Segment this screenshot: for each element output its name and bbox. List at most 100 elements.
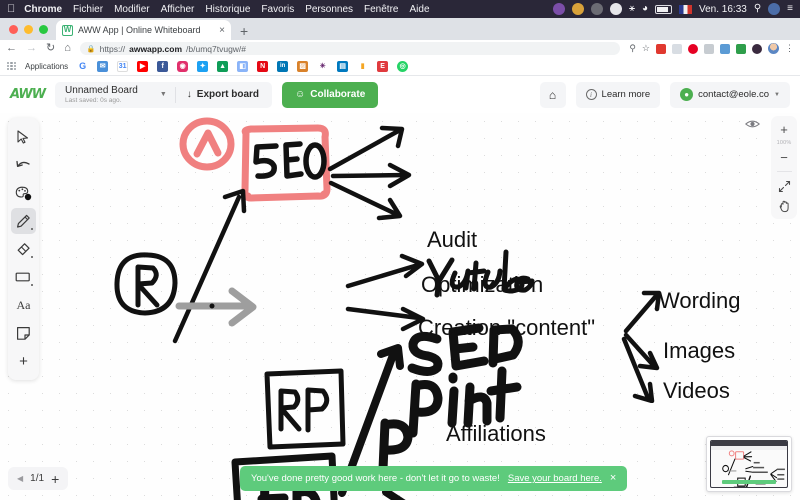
- profile-avatar-icon[interactable]: [768, 43, 779, 54]
- menu-personnes[interactable]: Personnes: [305, 4, 353, 15]
- menu-fenetre[interactable]: Fenêtre: [364, 4, 398, 15]
- home-icon[interactable]: ⌂: [64, 43, 71, 54]
- back-arrow-icon[interactable]: ←: [6, 43, 17, 54]
- home-button[interactable]: ⌂: [539, 81, 566, 108]
- export-board-button[interactable]: ↓ Export board: [176, 89, 270, 100]
- menu-modifier[interactable]: Modifier: [114, 4, 150, 15]
- color-tool[interactable]: [11, 180, 36, 206]
- menu-afficher[interactable]: Afficher: [161, 4, 195, 15]
- analytics-bookmark[interactable]: ◧: [237, 60, 249, 72]
- minimize-window-button[interactable]: [24, 25, 33, 34]
- add-page-button[interactable]: +: [51, 472, 59, 486]
- google-bookmark[interactable]: G: [77, 60, 89, 72]
- save-board-link[interactable]: Save your board here.: [508, 473, 602, 484]
- undo-tool[interactable]: [11, 152, 36, 178]
- evernote-bookmark[interactable]: E: [377, 60, 389, 72]
- account-menu-button[interactable]: ● contact@eole.co ▼: [670, 81, 790, 108]
- learn-more-button[interactable]: i Learn more: [575, 81, 661, 108]
- home-icon: ⌂: [548, 87, 557, 102]
- left-arrow-icon[interactable]: ◀: [17, 474, 23, 483]
- tool-submenu-dot[interactable]: [31, 256, 33, 258]
- menubar-clock[interactable]: Ven. 16:33: [699, 4, 747, 15]
- chrome-menu-icon[interactable]: ⋮: [785, 44, 794, 53]
- trello-bookmark[interactable]: ▤: [337, 60, 349, 72]
- apple-icon[interactable]: : [7, 3, 15, 15]
- extension-cloud-icon[interactable]: [672, 43, 682, 54]
- control-center-icon[interactable]: ≡: [787, 4, 793, 14]
- pan-button[interactable]: [773, 197, 795, 215]
- board-minimap[interactable]: [706, 436, 792, 492]
- board-name-button[interactable]: Unnamed Board Last saved: 0s ago.: [57, 85, 146, 104]
- browser-tab[interactable]: W AWW App | Online Whiteboard ×: [56, 20, 231, 40]
- url-scheme: https://: [99, 43, 126, 54]
- add-tool[interactable]: +: [11, 348, 36, 374]
- new-tab-button[interactable]: +: [231, 24, 257, 40]
- tool-submenu-dot[interactable]: [31, 228, 33, 230]
- twitter-bookmark[interactable]: ✦: [197, 60, 209, 72]
- shape-tool[interactable]: [11, 264, 36, 290]
- facebook-bookmark[interactable]: f: [157, 60, 169, 72]
- star-icon[interactable]: ☆: [642, 44, 650, 53]
- text-tool[interactable]: Aa: [11, 292, 36, 318]
- calendar-bookmark[interactable]: 31: [117, 60, 129, 72]
- photo-bookmark[interactable]: ▨: [297, 60, 309, 72]
- chevron-down-icon[interactable]: ▼: [146, 91, 175, 98]
- reload-icon[interactable]: ↻: [46, 43, 55, 54]
- browser-action-icons: ⚲ ☆ ⋮: [629, 43, 794, 54]
- close-window-button[interactable]: [9, 25, 18, 34]
- mail-bookmark[interactable]: ✉: [97, 60, 109, 72]
- extension-gray-icon[interactable]: [704, 43, 714, 54]
- fit-screen-button[interactable]: [773, 177, 795, 195]
- eraser-tool[interactable]: [11, 236, 36, 262]
- maximize-window-button[interactable]: [39, 25, 48, 34]
- stats-bookmark[interactable]: ▮: [357, 60, 369, 72]
- eraser-icon: [17, 242, 30, 255]
- pen-tool[interactable]: [11, 208, 36, 234]
- extension-dark-icon[interactable]: [752, 43, 762, 54]
- cloud-icon[interactable]: [609, 3, 622, 15]
- address-bar[interactable]: 🔒 https://awwapp.com/b/umq7tvugw/#: [79, 42, 621, 55]
- forward-arrow-icon[interactable]: →: [26, 43, 37, 54]
- menu-chrome[interactable]: Chrome: [24, 4, 62, 15]
- zoom-out-button[interactable]: −: [773, 148, 795, 166]
- tool-submenu-dot[interactable]: [31, 284, 33, 286]
- menu-aide[interactable]: Aide: [409, 4, 429, 15]
- extension-blue-icon[interactable]: [720, 43, 730, 54]
- close-icon[interactable]: ×: [610, 473, 616, 484]
- whiteboard-canvas[interactable]: Audit Optimization Creation "content" Wo…: [0, 113, 800, 500]
- menu-fichier[interactable]: Fichier: [73, 4, 103, 15]
- bookmark-applications-label[interactable]: Applications: [25, 62, 68, 71]
- visibility-toggle-button[interactable]: [742, 114, 762, 134]
- menu-favoris[interactable]: Favoris: [261, 4, 294, 15]
- collaborate-button[interactable]: ☺ Collaborate: [282, 81, 379, 108]
- instagram-bookmark[interactable]: ◉: [177, 60, 189, 72]
- netflix-bookmark[interactable]: N: [257, 60, 269, 72]
- add-person-icon: ☺: [295, 89, 306, 100]
- wifi-icon[interactable]: ◕: [642, 4, 648, 14]
- pinterest-icon[interactable]: [688, 43, 698, 54]
- battery-icon[interactable]: [655, 4, 672, 14]
- drive-bookmark[interactable]: ▲: [217, 60, 229, 72]
- apps-grid-icon[interactable]: [7, 61, 16, 71]
- zoom-in-button[interactable]: +: [773, 120, 795, 138]
- note-tool[interactable]: [11, 320, 36, 346]
- slack-bookmark[interactable]: ✳: [317, 60, 329, 72]
- rp-outgoing-arrows: [345, 253, 426, 332]
- close-icon[interactable]: ×: [219, 25, 225, 36]
- user-circle-icon[interactable]: [768, 3, 781, 15]
- extension-green-icon[interactable]: [736, 43, 746, 54]
- select-tool[interactable]: [11, 124, 36, 150]
- linkedin-bookmark[interactable]: in: [277, 60, 289, 72]
- extension-red-icon[interactable]: [656, 43, 666, 54]
- french-flag-icon[interactable]: [679, 4, 692, 14]
- grayscale-circle-icon[interactable]: [590, 3, 603, 15]
- youtube-bookmark[interactable]: ▶: [137, 60, 149, 72]
- whatsapp-bookmark[interactable]: ◎: [397, 60, 409, 72]
- aww-logo[interactable]: AWW: [10, 87, 46, 102]
- key-icon[interactable]: ⚲: [629, 44, 636, 53]
- recording-icon[interactable]: [571, 3, 584, 15]
- menu-historique[interactable]: Historique: [205, 4, 250, 15]
- purple-circle-icon[interactable]: [552, 3, 565, 15]
- search-icon[interactable]: ⚲: [754, 4, 761, 14]
- bluetooth-icon[interactable]: ⚹: [629, 4, 635, 14]
